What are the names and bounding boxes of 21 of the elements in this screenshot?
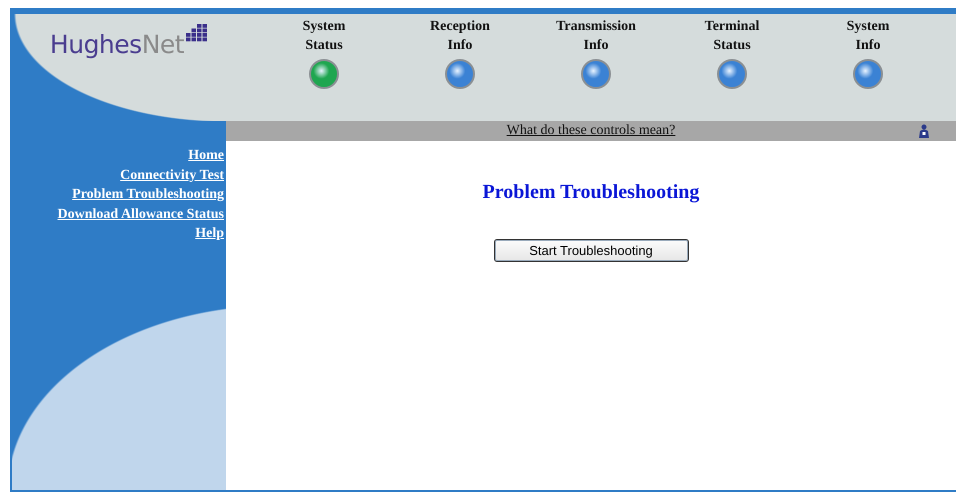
status-light[interactable]: [581, 59, 611, 89]
status-light[interactable]: [309, 59, 339, 89]
logo-grid-icon: [186, 24, 208, 42]
person-icon[interactable]: [918, 124, 930, 138]
status-light[interactable]: [445, 59, 475, 89]
indicator-label: System Info: [846, 18, 890, 55]
page-title: Problem Troubleshooting: [482, 181, 700, 204]
indicator-label: Transmission Info: [556, 18, 636, 55]
indicator-label: Reception Info: [430, 18, 490, 55]
nav-link[interactable]: Home: [188, 146, 224, 166]
status-light[interactable]: [717, 59, 747, 89]
indicator-label: System Status: [302, 18, 346, 55]
nav-link[interactable]: Help: [195, 224, 224, 244]
indicator-label: Terminal Status: [704, 18, 760, 55]
nav-link[interactable]: Connectivity Test: [120, 166, 224, 185]
nav-link[interactable]: Problem Troubleshooting: [72, 185, 224, 204]
controls-info-link[interactable]: What do these controls mean?: [506, 123, 676, 139]
nav-link[interactable]: Download Allowance Status: [58, 204, 224, 224]
start-button[interactable]: Start Troubleshooting: [494, 239, 688, 262]
status-light[interactable]: [853, 59, 883, 89]
logo-text: HughesNet: [50, 32, 184, 57]
